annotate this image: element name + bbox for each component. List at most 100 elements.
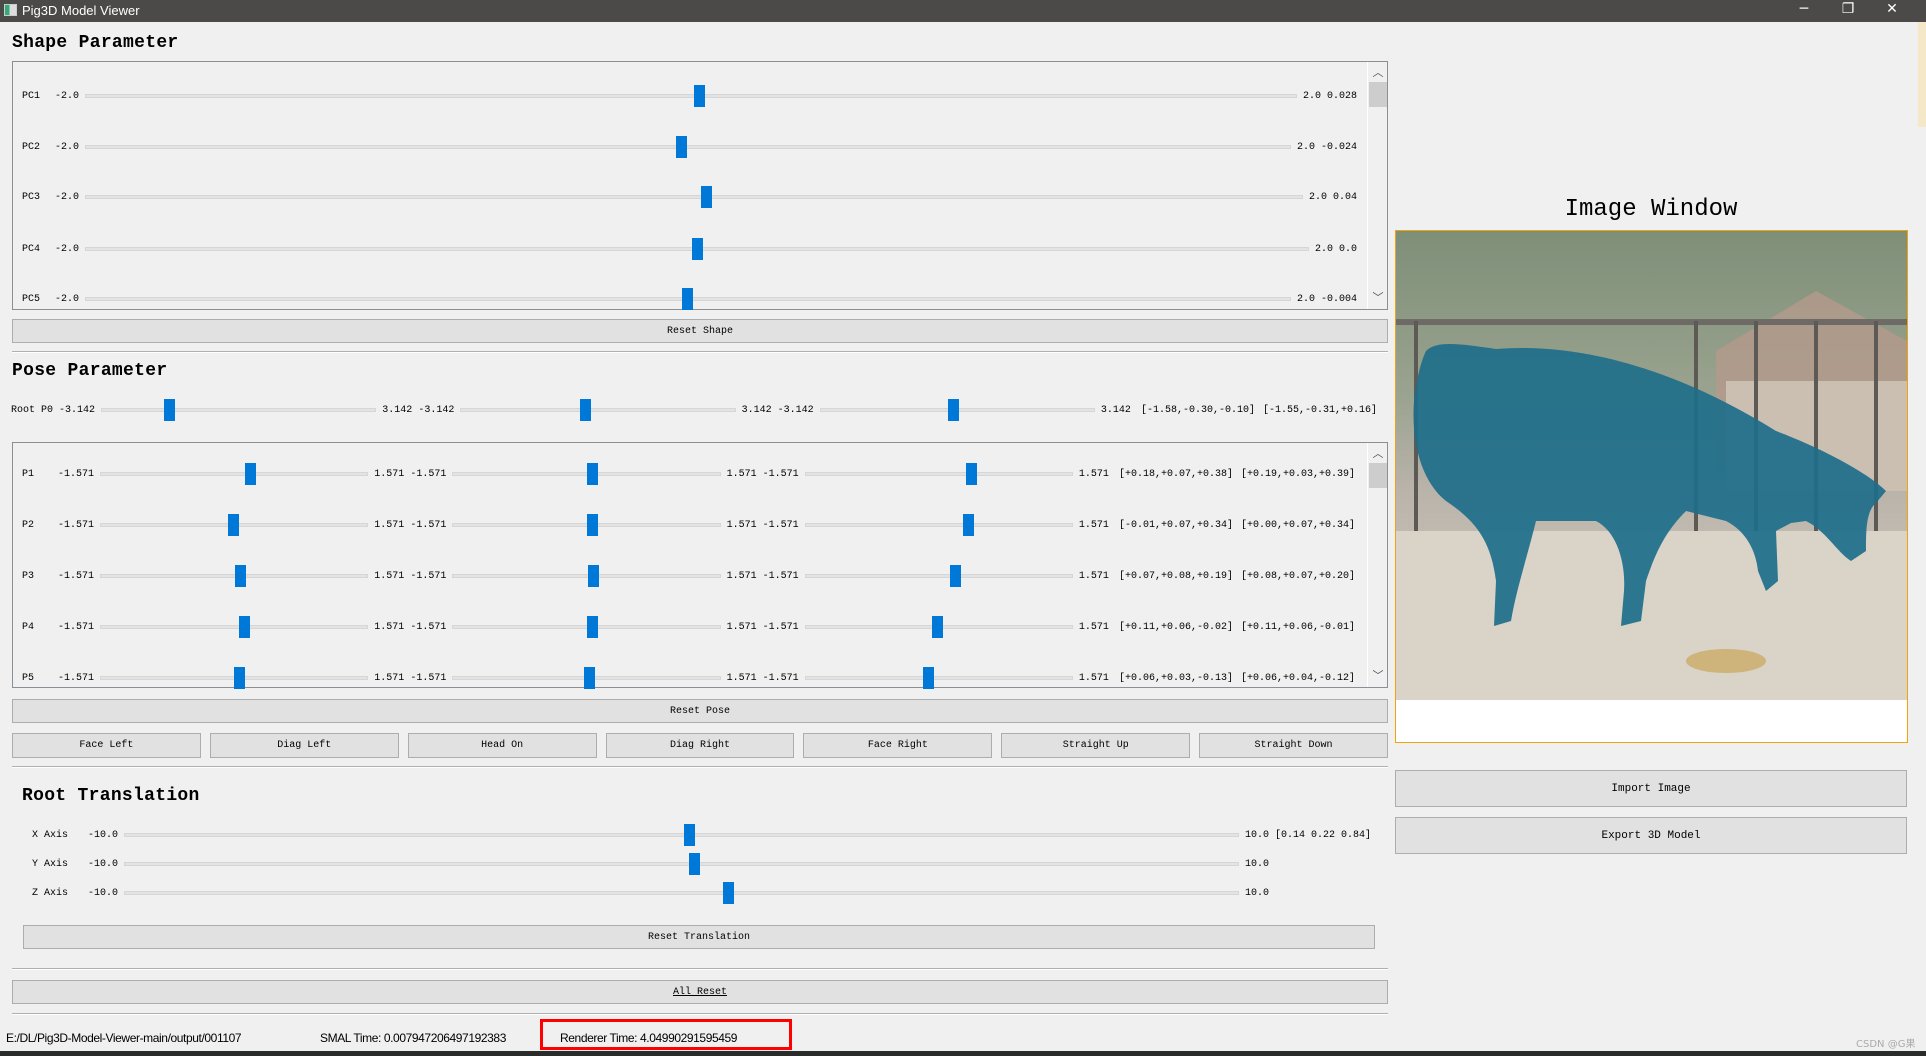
slider-groove[interactable] bbox=[460, 408, 736, 412]
import-image-button[interactable]: Import Image bbox=[1395, 770, 1907, 807]
slider-handle[interactable] bbox=[584, 667, 596, 689]
shape-slider[interactable] bbox=[85, 237, 1309, 261]
slider-handle[interactable] bbox=[962, 514, 974, 536]
slider-groove[interactable] bbox=[124, 833, 1239, 837]
axis-slider-group: -1.571 1.571 bbox=[410, 513, 762, 537]
slider-groove[interactable] bbox=[100, 625, 369, 629]
slider-handle[interactable] bbox=[164, 399, 176, 421]
minimize-button[interactable]: ─ bbox=[1789, 1, 1819, 21]
slider-groove[interactable] bbox=[101, 408, 377, 412]
slider-handle[interactable] bbox=[234, 667, 246, 689]
slider-min: -10.0 bbox=[88, 829, 119, 841]
image-window-title: Image Window bbox=[1564, 196, 1738, 223]
pose-slider[interactable] bbox=[452, 462, 721, 486]
scroll-thumb[interactable] bbox=[1369, 82, 1387, 107]
pose-slider[interactable] bbox=[804, 666, 1073, 690]
preset-straight-up-button[interactable]: Straight Up bbox=[1001, 733, 1191, 758]
pose-scrollbar[interactable]: ︿ ﹀ bbox=[1367, 443, 1387, 687]
slider-groove[interactable] bbox=[804, 523, 1073, 527]
shape-slider[interactable] bbox=[85, 287, 1291, 311]
scroll-thumb[interactable] bbox=[1369, 463, 1387, 488]
slider-handle[interactable] bbox=[675, 136, 687, 158]
pose-slider[interactable] bbox=[100, 564, 369, 588]
pose-slider[interactable] bbox=[804, 564, 1073, 588]
slider-handle[interactable] bbox=[950, 565, 961, 587]
slider-groove[interactable] bbox=[124, 862, 1239, 866]
pose-slider[interactable] bbox=[452, 666, 721, 690]
shape-slider[interactable] bbox=[85, 84, 1297, 108]
translation-slider[interactable] bbox=[124, 823, 1239, 847]
preset-diag-right-button[interactable]: Diag Right bbox=[605, 733, 795, 758]
pose-vector-2: [+0.06,+0.04,-0.12] bbox=[1240, 672, 1355, 684]
shape-slider[interactable] bbox=[85, 185, 1303, 209]
scroll-down-icon[interactable]: ﹀ bbox=[1368, 667, 1388, 685]
slider-handle[interactable] bbox=[688, 853, 700, 875]
pose-slider[interactable] bbox=[804, 462, 1073, 486]
slider-handle[interactable] bbox=[723, 882, 735, 904]
translation-vector: [0.14 0.22 0.84] bbox=[1275, 829, 1372, 841]
pose-slider[interactable] bbox=[452, 513, 721, 537]
translation-slider[interactable] bbox=[124, 852, 1239, 876]
preset-face-left-button[interactable]: Face Left bbox=[12, 733, 201, 758]
slider-handle[interactable] bbox=[587, 463, 599, 485]
slider-handle[interactable] bbox=[681, 288, 693, 310]
preset-diag-left-button[interactable]: Diag Left bbox=[209, 733, 399, 758]
pose-slider[interactable] bbox=[819, 398, 1095, 422]
slider-handle[interactable] bbox=[691, 238, 703, 260]
pose-vector-1: [-0.01,+0.07,+0.34] bbox=[1118, 519, 1233, 531]
slider-handle[interactable] bbox=[684, 824, 696, 846]
slider-max: 1.571 bbox=[726, 519, 757, 531]
slider-groove[interactable] bbox=[85, 145, 1291, 149]
slider-handle[interactable] bbox=[947, 399, 959, 421]
scroll-down-icon[interactable]: ﹀ bbox=[1368, 289, 1388, 307]
slider-handle[interactable] bbox=[244, 463, 256, 485]
slider-groove[interactable] bbox=[804, 574, 1073, 578]
pose-slider[interactable] bbox=[452, 564, 721, 588]
pose-slider[interactable] bbox=[101, 398, 377, 422]
pose-slider[interactable] bbox=[452, 615, 721, 639]
slider-groove[interactable] bbox=[124, 891, 1239, 895]
slider-handle[interactable] bbox=[932, 616, 944, 638]
slider-groove[interactable] bbox=[804, 472, 1073, 476]
preset-face-right-button[interactable]: Face Right bbox=[803, 733, 993, 758]
pose-slider[interactable] bbox=[804, 513, 1073, 537]
pose-slider[interactable] bbox=[100, 666, 369, 690]
slider-handle[interactable] bbox=[587, 514, 599, 536]
slider-handle[interactable] bbox=[922, 667, 934, 689]
slider-handle[interactable] bbox=[238, 616, 250, 638]
shape-scrollbar[interactable]: ︿ ﹀ bbox=[1367, 62, 1387, 309]
pose-slider[interactable] bbox=[460, 398, 736, 422]
all-reset-button[interactable]: All Reset bbox=[12, 980, 1388, 1004]
restore-button[interactable]: ❐ bbox=[1833, 1, 1863, 21]
slider-groove[interactable] bbox=[100, 472, 369, 476]
translation-slider[interactable] bbox=[124, 881, 1239, 905]
slider-handle[interactable] bbox=[701, 186, 713, 208]
pose-slider[interactable] bbox=[100, 513, 369, 537]
reset-translation-button[interactable]: Reset Translation bbox=[23, 925, 1375, 949]
close-button[interactable]: ✕ bbox=[1877, 1, 1907, 21]
reset-shape-button[interactable]: Reset Shape bbox=[12, 319, 1388, 343]
slider-handle[interactable] bbox=[966, 463, 978, 485]
reset-pose-button[interactable]: Reset Pose bbox=[12, 699, 1388, 723]
slider-groove[interactable] bbox=[85, 94, 1297, 98]
slider-label: PC1 bbox=[22, 90, 41, 102]
preset-straight-down-button[interactable]: Straight Down bbox=[1199, 733, 1388, 758]
pose-slider[interactable] bbox=[100, 462, 369, 486]
slider-handle[interactable] bbox=[228, 514, 240, 536]
slider-label: PC3 bbox=[22, 191, 41, 203]
slider-handle[interactable] bbox=[586, 616, 598, 638]
scroll-up-icon[interactable]: ︿ bbox=[1368, 445, 1388, 463]
pose-slider[interactable] bbox=[804, 615, 1073, 639]
slider-groove[interactable] bbox=[85, 195, 1303, 199]
slider-handle[interactable] bbox=[694, 85, 706, 107]
preset-head-on-button[interactable]: Head On bbox=[407, 733, 597, 758]
slider-groove[interactable] bbox=[804, 676, 1073, 680]
pose-slider[interactable] bbox=[100, 615, 369, 639]
slider-handle[interactable] bbox=[579, 399, 591, 421]
scroll-up-icon[interactable]: ︿ bbox=[1368, 64, 1388, 82]
export-3d-model-button[interactable]: Export 3D Model bbox=[1395, 817, 1907, 854]
slider-handle[interactable] bbox=[235, 565, 247, 587]
slider-groove[interactable] bbox=[452, 574, 721, 578]
shape-slider[interactable] bbox=[85, 135, 1291, 159]
slider-handle[interactable] bbox=[588, 565, 600, 587]
